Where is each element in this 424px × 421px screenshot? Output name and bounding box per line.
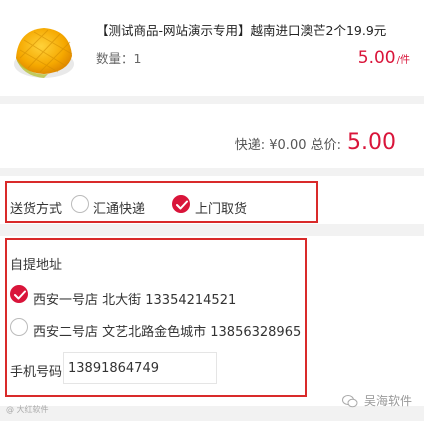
price-value: 5.00 [357, 48, 396, 68]
quantity-value: 1 [133, 51, 142, 66]
phone-label: 手机号码 [10, 365, 63, 380]
price-unit: /件 [396, 55, 410, 66]
radio-store-1[interactable] [10, 285, 28, 303]
order-summary: 快递: ¥0.00 总价: 5.00 [0, 104, 424, 168]
store-option-label[interactable]: 西安一号店 北大街 13354214521 [33, 289, 236, 308]
store-option-label[interactable]: 西安二号店 文艺北路金色城市 13856328965 [33, 321, 301, 340]
product-card: 【测试商品-网站演示专用】越南进口澳芒2个19.9元 数量：1 5.00/件 [0, 0, 424, 96]
shipping-label: 快递: [234, 138, 266, 153]
product-title[interactable]: 【测试商品-网站演示专用】越南进口澳芒2个19.9元 [96, 20, 386, 39]
quantity-label: 数量： [96, 51, 134, 66]
check-icon [176, 200, 188, 210]
radio-store-2[interactable] [10, 318, 28, 336]
check-icon [14, 290, 26, 300]
watermark-right-text: 吴海软件 [363, 394, 412, 408]
summary-text: 快递: ¥0.00 总价: 5.00 [235, 130, 396, 155]
radio-door-pickup[interactable] [172, 195, 190, 213]
wechat-icon [341, 395, 358, 408]
shipping-value: ¥0.00 [269, 138, 307, 153]
delivery-option-label[interactable]: 汇通快递 [93, 198, 145, 217]
mango-image [14, 28, 74, 78]
watermark-right: 吴海软件 [341, 392, 412, 409]
watermark-left: @ 大红软件 [6, 405, 49, 414]
total-label: 总价: [310, 138, 342, 153]
pickup-title: 自提地址 [10, 258, 63, 273]
phone-input[interactable] [63, 352, 217, 384]
delivery-label: 送货方式 [10, 202, 63, 217]
delivery-option-label[interactable]: 上门取货 [195, 198, 247, 217]
product-quantity: 数量：1 [96, 48, 141, 67]
total-value: 5.00 [347, 130, 396, 155]
radio-huitong-express[interactable] [71, 195, 89, 213]
product-price: 5.00/件 [358, 48, 410, 68]
